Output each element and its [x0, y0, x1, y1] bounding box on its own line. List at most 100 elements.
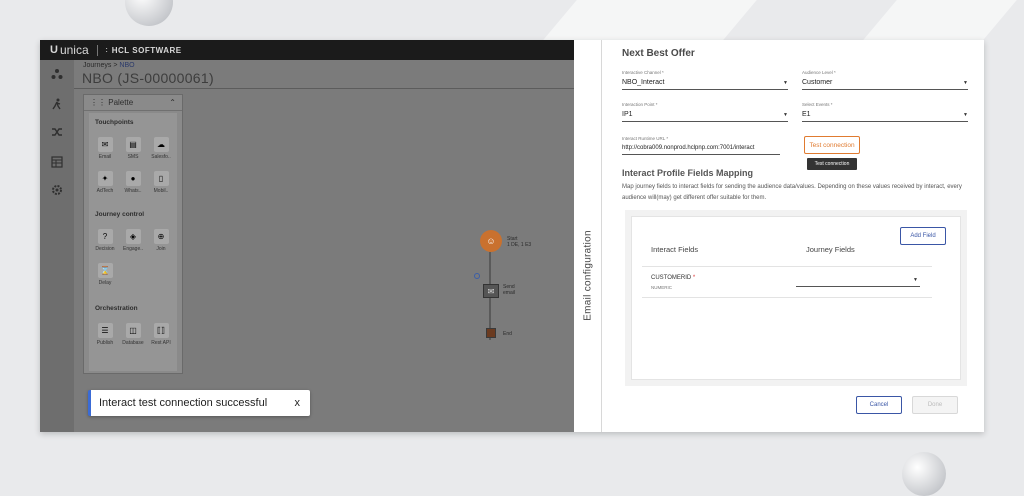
field-value: Customer: [802, 79, 833, 86]
done-button[interactable]: Done: [912, 396, 958, 414]
decision-icon: ?: [97, 229, 113, 244]
divider: [96, 44, 98, 56]
col-journey-fields: Journey Fields: [806, 245, 855, 254]
runtime-url-input[interactable]: Interact Runtime URL * http://cobra009.n…: [622, 136, 780, 155]
breadcrumb: Journeys > NBO: [83, 62, 135, 69]
tile-mobile[interactable]: ▯ Mobil..: [149, 171, 173, 194]
field-value: IP1: [622, 111, 633, 118]
tile-label: Whats..: [124, 188, 142, 194]
send-email-node[interactable]: ✉: [483, 284, 499, 298]
sms-icon: ▤: [125, 137, 141, 152]
email-icon: ✉: [97, 137, 113, 152]
engagement-icon: ◈: [125, 229, 141, 244]
mobile-icon: ▯: [153, 171, 169, 186]
toast-message: Interact test connection successful: [99, 397, 268, 409]
tile-label: Database: [122, 340, 144, 346]
hcl-logo-icon: ∶: [105, 45, 108, 55]
tile-adtech[interactable]: ✦ AdTech: [93, 171, 117, 194]
panel-title: Next Best Offer: [622, 48, 695, 59]
join-icon: ⊕: [153, 229, 169, 244]
breadcrumb-journeys[interactable]: Journeys: [83, 62, 111, 69]
tile-label: Publish: [96, 340, 114, 346]
tile-whatsapp[interactable]: ● Whats..: [121, 171, 145, 194]
section-journey-control: Journey control: [95, 211, 145, 218]
tile-label: Mobil..: [153, 188, 169, 194]
field-label: Interact Runtime URL *: [622, 136, 669, 141]
side-tab-label: Email configuration: [582, 230, 594, 321]
drag-handle-icon[interactable]: ⋮⋮: [90, 98, 108, 107]
chevron-down-icon: ▼: [783, 79, 788, 86]
tile-publish[interactable]: ☰ Publish: [93, 323, 117, 346]
tile-label: SMS: [127, 154, 139, 160]
toast-notification: Interact test connection successful x: [88, 390, 310, 416]
tile-delay[interactable]: ⌛ Delay: [93, 263, 117, 286]
select-events-select[interactable]: Select Events * E1 ▼: [802, 102, 968, 122]
page-title: NBO (JS-00000061): [82, 70, 214, 86]
node-connector-dot: [474, 273, 480, 279]
background-stripe: [543, 0, 757, 40]
database-icon: ◫: [125, 323, 141, 338]
start-node[interactable]: ☺: [480, 230, 502, 252]
chevron-down-icon: ▼: [783, 111, 788, 118]
collapse-icon[interactable]: ⌃: [169, 98, 176, 107]
chevron-down-icon: ▼: [963, 111, 968, 118]
shuffle-icon[interactable]: [51, 126, 63, 138]
tile-engagement[interactable]: ◈ Engage..: [121, 229, 145, 252]
tile-label: AdTech: [96, 188, 114, 194]
journey-field-select[interactable]: ▼: [796, 276, 920, 287]
adtech-icon: ✦: [97, 171, 113, 186]
tile-label: Decision: [95, 246, 115, 252]
field-label: Interactive Channel *: [622, 70, 664, 75]
hourglass-icon: ⌛: [97, 263, 113, 278]
chevron-down-icon: ▼: [963, 79, 968, 86]
run-icon[interactable]: [51, 98, 63, 110]
tile-database[interactable]: ◫ Database: [121, 323, 145, 346]
tile-sms[interactable]: ▤ SMS: [121, 137, 145, 160]
side-tab[interactable]: Email configuration: [574, 40, 602, 432]
tile-rest-api[interactable]: ⟦⟧ Rest API: [149, 323, 173, 346]
chevron-down-icon: ▼: [913, 277, 918, 283]
cloud-icon: ☁: [153, 137, 169, 152]
field-value: E1: [802, 111, 811, 118]
palette-panel: ⋮⋮ Palette ⌃ Touchpoints ✉ Email ▤ SMS ☁ Sa…: [83, 94, 183, 374]
breadcrumb-current[interactable]: NBO: [119, 62, 134, 69]
tile-join[interactable]: ⊕ Join: [149, 229, 173, 252]
tile-label: Join: [156, 246, 166, 252]
mapping-description: Map journey fields to interact fields fo…: [622, 184, 962, 201]
interact-field-type: NUMERIC: [651, 285, 672, 290]
hcl-brand: HCL SOFTWARE: [111, 45, 182, 55]
field-value: http://cobra009.nonprod.hclpnp.com:7001/…: [622, 145, 755, 151]
tile-label: Delay: [98, 280, 112, 286]
app-window: U unica ∶ HCL SOFTWARE Journeys > NBO NB…: [40, 40, 984, 432]
background-stripe: [863, 0, 1017, 40]
unica-logo-text: unica: [59, 43, 89, 57]
left-nav: [40, 60, 74, 432]
tile-decision[interactable]: ? Decision: [93, 229, 117, 252]
decorative-sphere: [125, 0, 173, 26]
interactive-channel-select[interactable]: Interactive Channel * NBO_Interact ▼: [622, 70, 788, 90]
mapping-table: Add Field Interact Fields Journey Fields…: [631, 216, 961, 380]
tile-label: Salesfo..: [151, 154, 171, 160]
table-icon[interactable]: [51, 156, 63, 168]
publish-icon: ☰: [97, 323, 113, 338]
journeys-icon[interactable]: [51, 68, 63, 80]
toast-close-button[interactable]: x: [295, 397, 301, 409]
whatsapp-icon: ●: [125, 171, 141, 186]
audience-level-select[interactable]: Audience Level * Customer ▼: [802, 70, 968, 90]
field-label: Select Events *: [802, 102, 833, 107]
tile-email[interactable]: ✉ Email: [93, 137, 117, 160]
col-interact-fields: Interact Fields: [651, 245, 699, 254]
palette-title: Palette: [108, 98, 134, 107]
cancel-button[interactable]: Cancel: [856, 396, 902, 414]
test-connection-button[interactable]: Test connection: [804, 136, 860, 154]
settings-icon[interactable]: [51, 184, 63, 196]
test-connection-tooltip: Test connection: [807, 158, 857, 170]
tile-salesforce[interactable]: ☁ Salesfo..: [149, 137, 173, 160]
interaction-point-select[interactable]: Interaction Point * IP1 ▼: [622, 102, 788, 122]
start-node-label: Start 1 DE, 1 E3: [507, 236, 532, 248]
field-label: Interaction Point *: [622, 102, 658, 107]
palette-body: Touchpoints ✉ Email ▤ SMS ☁ Salesfo.. ✦ AdTe…: [89, 113, 177, 371]
add-field-button[interactable]: Add Field: [900, 227, 946, 245]
end-node[interactable]: [486, 328, 496, 338]
api-icon: ⟦⟧: [153, 323, 169, 338]
